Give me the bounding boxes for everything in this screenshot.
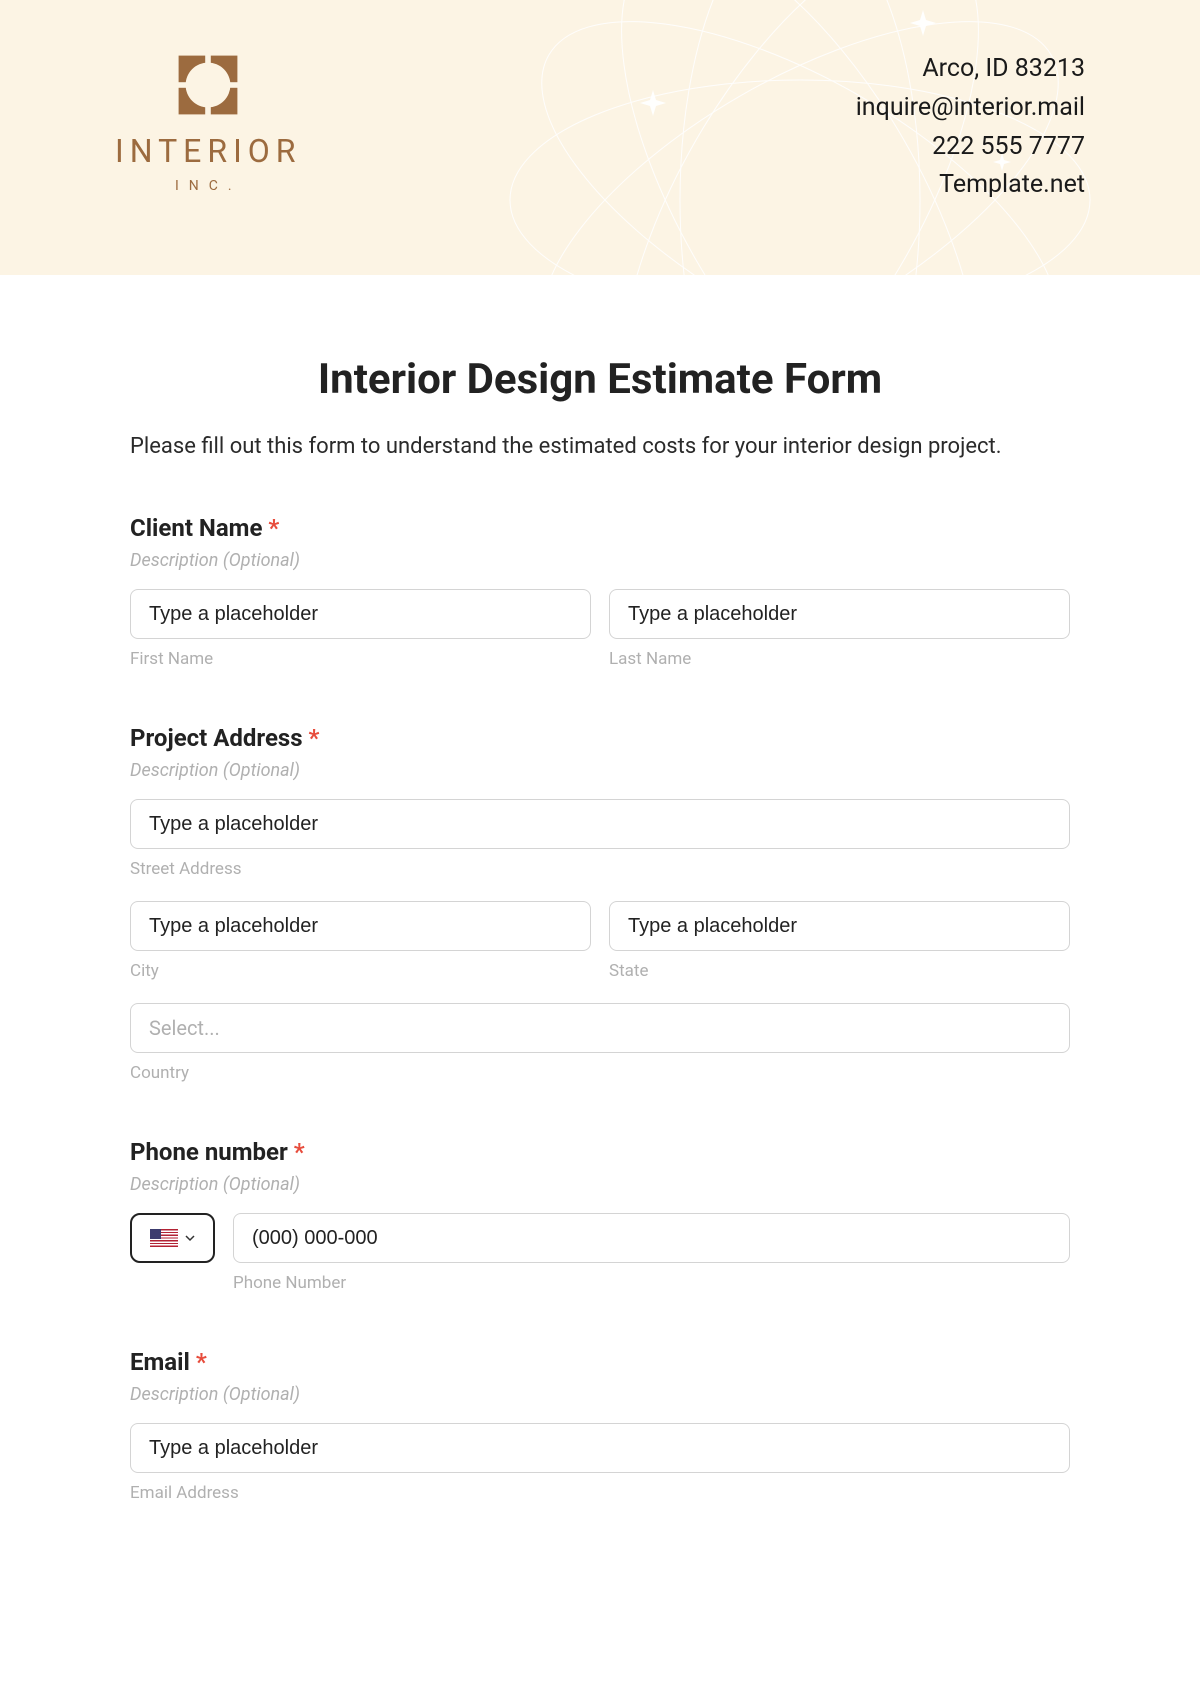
project-address-group: Project Address * Description (Optional)… xyxy=(130,724,1070,1083)
required-asterisk: * xyxy=(196,1348,207,1376)
city-input[interactable] xyxy=(130,901,591,951)
chevron-down-icon xyxy=(184,1232,196,1244)
state-input[interactable] xyxy=(609,901,1070,951)
street-input[interactable] xyxy=(130,799,1070,849)
contact-block: Arco, ID 83213 inquire@interior.mail 222… xyxy=(856,50,1085,205)
first-name-input[interactable] xyxy=(130,589,591,639)
contact-site: Template.net xyxy=(856,166,1085,205)
country-code-button[interactable] xyxy=(130,1213,215,1263)
us-flag-icon xyxy=(150,1229,178,1247)
last-name-input[interactable] xyxy=(609,589,1070,639)
logo-subtitle: INC. xyxy=(175,178,242,194)
phone-desc: Description (Optional) xyxy=(130,1174,1070,1195)
email-label: Email * xyxy=(130,1348,1070,1376)
client-name-label: Client Name * xyxy=(130,514,1070,542)
client-name-desc: Description (Optional) xyxy=(130,550,1070,571)
state-sublabel: State xyxy=(609,961,1070,981)
country-sublabel: Country xyxy=(130,1063,1070,1083)
required-asterisk: * xyxy=(294,1138,305,1166)
country-select[interactable]: Select... xyxy=(130,1003,1070,1053)
logo-name: INTERIOR xyxy=(115,132,302,170)
client-name-group: Client Name * Description (Optional) Fir… xyxy=(130,514,1070,669)
phone-sublabel: Phone Number xyxy=(233,1273,1070,1293)
city-sublabel: City xyxy=(130,961,591,981)
phone-group: Phone number * Description (Optional) Ph… xyxy=(130,1138,1070,1293)
email-desc: Description (Optional) xyxy=(130,1384,1070,1405)
required-asterisk: * xyxy=(268,514,279,542)
form-title: Interior Design Estimate Form xyxy=(130,355,1070,404)
project-address-desc: Description (Optional) xyxy=(130,760,1070,781)
letterhead: INTERIOR INC. Arco, ID 83213 inquire@int… xyxy=(0,0,1200,275)
form-container: Interior Design Estimate Form Please fil… xyxy=(0,275,1200,1598)
street-sublabel: Street Address xyxy=(130,859,1070,879)
email-sublabel: Email Address xyxy=(130,1483,1070,1503)
project-address-label: Project Address * xyxy=(130,724,1070,752)
logo-icon xyxy=(173,50,243,120)
contact-email: inquire@interior.mail xyxy=(856,89,1085,128)
phone-label: Phone number * xyxy=(130,1138,1070,1166)
email-input[interactable] xyxy=(130,1423,1070,1473)
logo-block: INTERIOR INC. xyxy=(115,50,302,194)
contact-address: Arco, ID 83213 xyxy=(856,50,1085,89)
email-group: Email * Description (Optional) Email Add… xyxy=(130,1348,1070,1503)
first-name-sublabel: First Name xyxy=(130,649,591,669)
phone-input[interactable] xyxy=(233,1213,1070,1263)
form-intro: Please fill out this form to understand … xyxy=(130,434,1070,459)
contact-phone: 222 555 7777 xyxy=(856,128,1085,167)
required-asterisk: * xyxy=(309,724,320,752)
last-name-sublabel: Last Name xyxy=(609,649,1070,669)
